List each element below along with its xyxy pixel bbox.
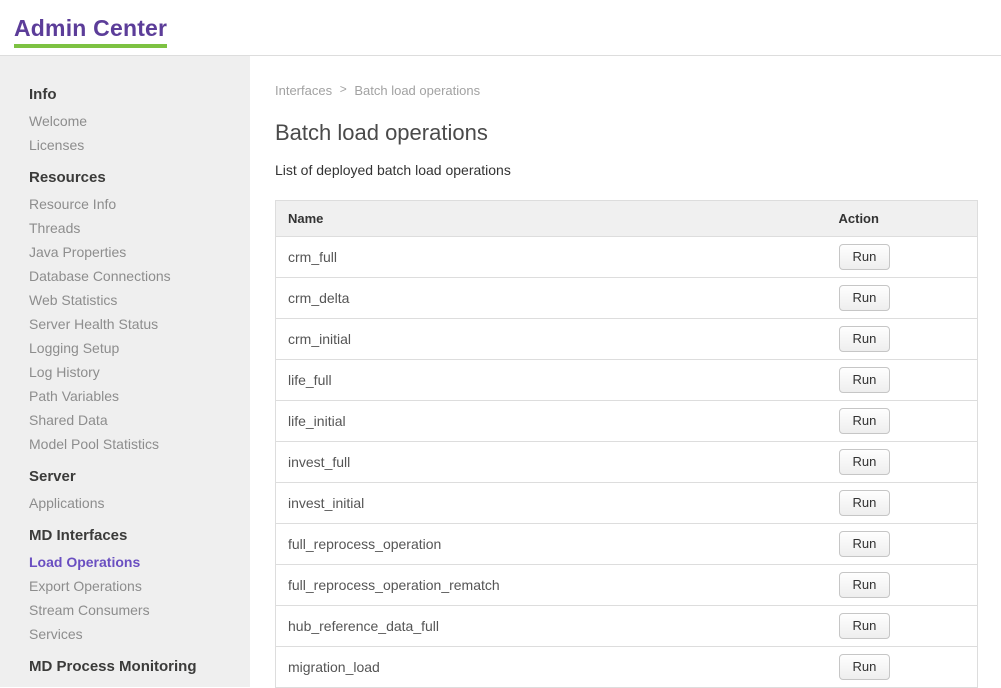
page: { "header": { "brand": "Admin Center" },…	[0, 0, 1001, 688]
action-cell: Run	[827, 319, 978, 360]
table-row: crm_delta Run	[276, 278, 978, 319]
table-row: crm_initial Run	[276, 319, 978, 360]
sidebar-item-server-health-status[interactable]: Server Health Status	[29, 312, 240, 336]
operation-name: life_full	[276, 360, 827, 401]
sidebar-item-stream-consumers[interactable]: Stream Consumers	[29, 598, 240, 622]
operation-name: crm_full	[276, 237, 827, 278]
layout: Info WelcomeLicenses Resources Resource Inf…	[0, 56, 1001, 687]
run-button[interactable]: Run	[839, 326, 891, 352]
table-row: life_initial Run	[276, 401, 978, 442]
sidebar-item-path-variables[interactable]: Path Variables	[29, 384, 240, 408]
breadcrumb-current: Batch load operations	[354, 83, 480, 98]
action-cell: Run	[827, 647, 978, 688]
run-button[interactable]: Run	[839, 449, 891, 475]
breadcrumb-separator: >	[340, 82, 347, 97]
run-button[interactable]: Run	[839, 408, 891, 434]
sidebar-section: MD Interfaces Load OperationsExport Opera…	[29, 525, 240, 646]
operation-name: migration_load	[276, 647, 827, 688]
run-button[interactable]: Run	[839, 654, 891, 680]
page-title: Batch load operations	[275, 118, 1001, 148]
sidebar: Info WelcomeLicenses Resources Resource Inf…	[0, 56, 250, 687]
operations-table-body: crm_fullRuncrm_deltaRuncrm_initialRunlif…	[276, 237, 978, 688]
sidebar-item-threads[interactable]: Threads	[29, 216, 240, 240]
sidebar-section: Info WelcomeLicenses	[29, 84, 240, 157]
table-row: migration_load Run	[276, 647, 978, 688]
sidebar-item-services[interactable]: Services	[29, 622, 240, 646]
sidebar-item-logging-setup[interactable]: Logging Setup	[29, 336, 240, 360]
sidebar-sections: Info WelcomeLicenses Resources Resource Inf…	[29, 84, 240, 678]
operation-name: full_reprocess_operation_rematch	[276, 565, 827, 606]
sidebar-section-title: MD Process Monitoring	[29, 656, 240, 678]
sidebar-section-title: Server	[29, 466, 240, 488]
run-button[interactable]: Run	[839, 613, 891, 639]
action-cell: Run	[827, 360, 978, 401]
run-button[interactable]: Run	[839, 367, 891, 393]
run-button[interactable]: Run	[839, 244, 891, 270]
brand-link[interactable]: Admin Center	[14, 15, 167, 48]
page-subtitle: List of deployed batch load operations	[275, 162, 1001, 179]
sidebar-item-database-connections[interactable]: Database Connections	[29, 264, 240, 288]
operations-table: Name Action crm_fullRuncrm_deltaRuncrm_i…	[275, 200, 978, 688]
operation-name: life_initial	[276, 401, 827, 442]
sidebar-section: Resources Resource InfoThreadsJava Proper…	[29, 167, 240, 456]
sidebar-item-load-operations[interactable]: Load Operations	[29, 550, 240, 574]
sidebar-item-web-statistics[interactable]: Web Statistics	[29, 288, 240, 312]
sidebar-item-export-operations[interactable]: Export Operations	[29, 574, 240, 598]
sidebar-item-shared-data[interactable]: Shared Data	[29, 408, 240, 432]
run-button[interactable]: Run	[839, 490, 891, 516]
sidebar-item-applications[interactable]: Applications	[29, 491, 240, 515]
run-button[interactable]: Run	[839, 285, 891, 311]
table-row: full_reprocess_operation Run	[276, 524, 978, 565]
operation-name: full_reprocess_operation	[276, 524, 827, 565]
sidebar-item-welcome[interactable]: Welcome	[29, 109, 240, 133]
table-row: invest_initial Run	[276, 483, 978, 524]
action-cell: Run	[827, 278, 978, 319]
run-button[interactable]: Run	[839, 572, 891, 598]
sidebar-section-title: MD Interfaces	[29, 525, 240, 547]
action-cell: Run	[827, 606, 978, 647]
table-row: crm_full Run	[276, 237, 978, 278]
table-row: full_reprocess_operation_rematch Run	[276, 565, 978, 606]
action-cell: Run	[827, 483, 978, 524]
sidebar-section: MD Process Monitoring	[29, 656, 240, 678]
breadcrumb-interfaces[interactable]: Interfaces	[275, 83, 332, 98]
action-cell: Run	[827, 237, 978, 278]
action-cell: Run	[827, 565, 978, 606]
table-row: invest_full Run	[276, 442, 978, 483]
operation-name: invest_initial	[276, 483, 827, 524]
table-header-row: Name Action	[276, 201, 978, 237]
column-header-name: Name	[276, 201, 827, 237]
top-header: Admin Center	[0, 0, 1001, 56]
column-header-action: Action	[827, 201, 978, 237]
action-cell: Run	[827, 442, 978, 483]
operation-name: crm_delta	[276, 278, 827, 319]
sidebar-item-log-history[interactable]: Log History	[29, 360, 240, 384]
action-cell: Run	[827, 401, 978, 442]
table-row: life_full Run	[276, 360, 978, 401]
sidebar-section: Server Applications	[29, 466, 240, 515]
sidebar-item-java-properties[interactable]: Java Properties	[29, 240, 240, 264]
operation-name: hub_reference_data_full	[276, 606, 827, 647]
operation-name: crm_initial	[276, 319, 827, 360]
sidebar-item-model-pool-statistics[interactable]: Model Pool Statistics	[29, 432, 240, 456]
operation-name: invest_full	[276, 442, 827, 483]
run-button[interactable]: Run	[839, 531, 891, 557]
main-content: Interfaces > Batch load operations Batch…	[250, 56, 1001, 687]
sidebar-item-resource-info[interactable]: Resource Info	[29, 192, 240, 216]
sidebar-item-licenses[interactable]: Licenses	[29, 133, 240, 157]
table-row: hub_reference_data_full Run	[276, 606, 978, 647]
action-cell: Run	[827, 524, 978, 565]
sidebar-section-title: Info	[29, 84, 240, 106]
breadcrumb: Interfaces > Batch load operations	[275, 83, 1001, 99]
sidebar-section-title: Resources	[29, 167, 240, 189]
